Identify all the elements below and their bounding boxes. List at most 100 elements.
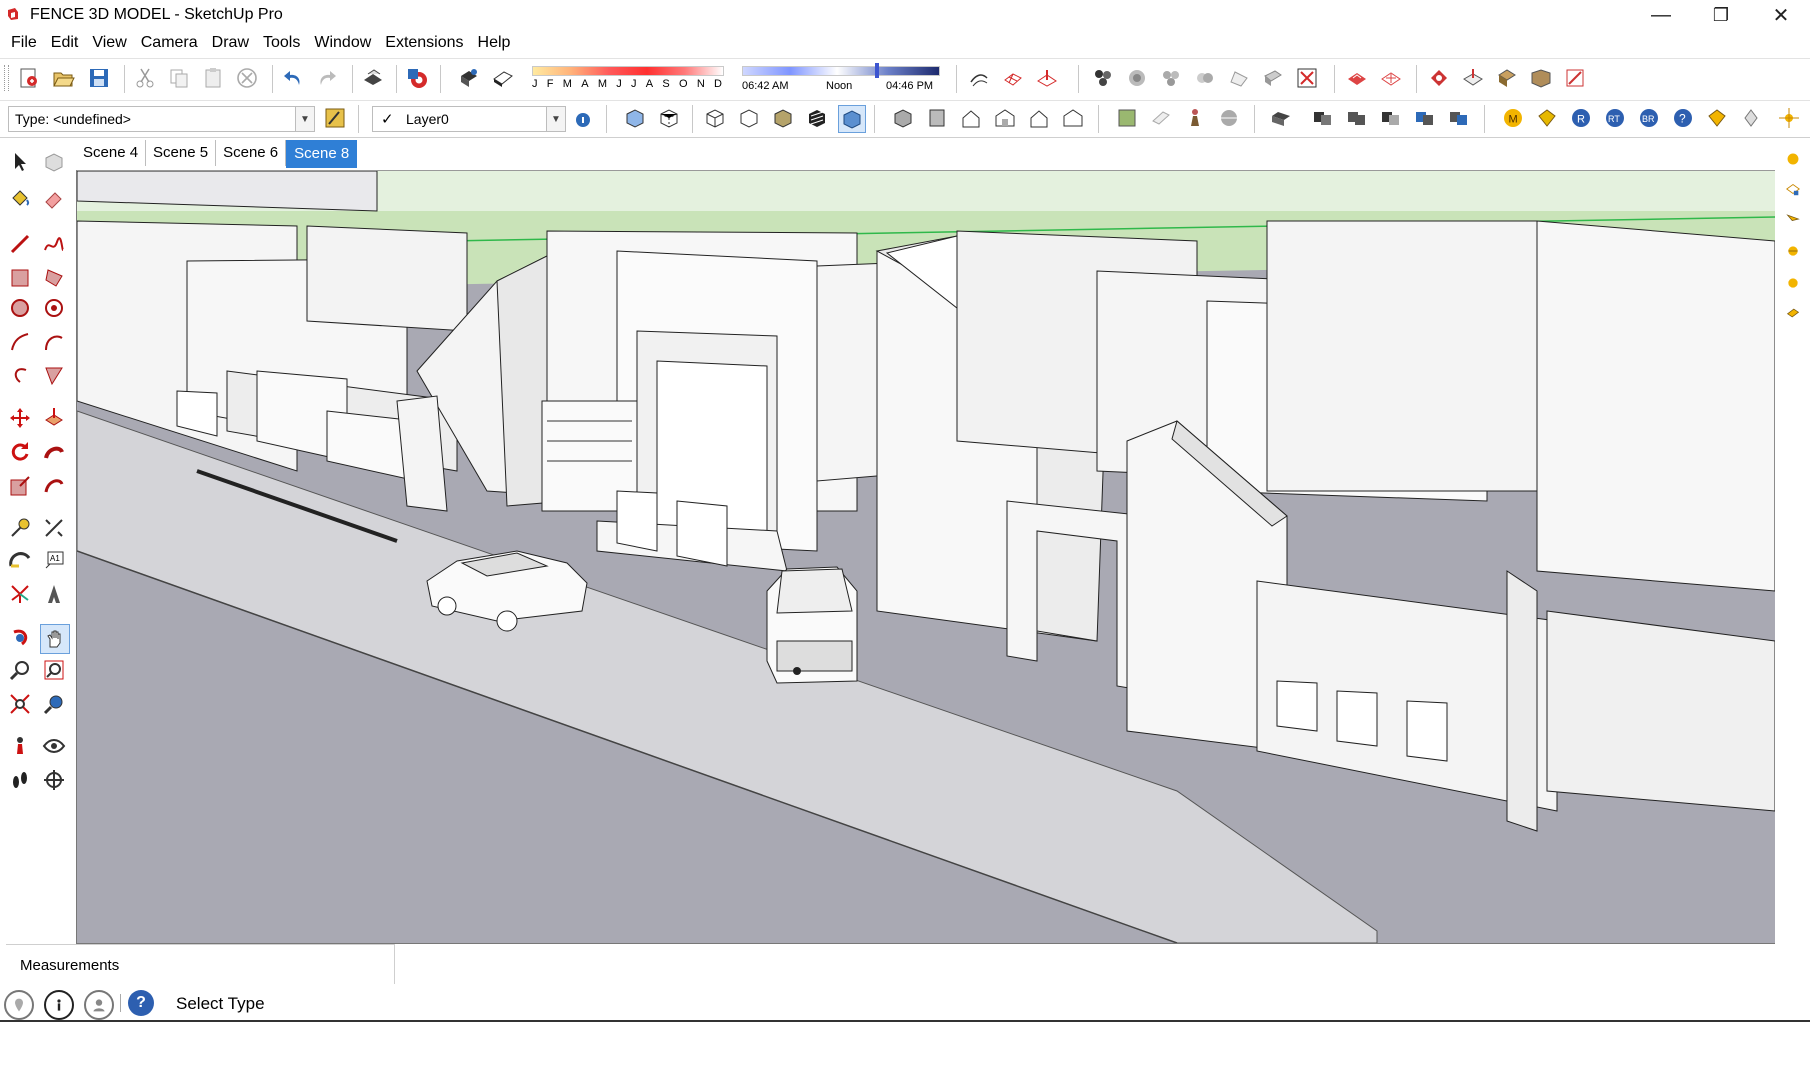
chevron-down-icon[interactable]: ▼ bbox=[546, 107, 565, 131]
layers-tray-icon[interactable] bbox=[1784, 242, 1802, 260]
menu-view[interactable]: View bbox=[89, 30, 135, 56]
copy-icon[interactable] bbox=[166, 65, 192, 91]
shadow-time-slider[interactable]: 06:42 AM Noon 04:46 PM bbox=[742, 63, 940, 97]
back-view-icon[interactable] bbox=[1026, 105, 1052, 131]
render-sun-icon[interactable] bbox=[1776, 105, 1802, 131]
sphere-icon[interactable] bbox=[1216, 105, 1242, 131]
render-r-icon[interactable]: R bbox=[1568, 105, 1594, 131]
pie-icon[interactable] bbox=[40, 362, 68, 390]
walk-icon[interactable] bbox=[6, 766, 34, 794]
arc-icon[interactable] bbox=[6, 328, 34, 356]
top-view-icon[interactable] bbox=[924, 105, 950, 131]
open-icon[interactable] bbox=[50, 65, 76, 91]
3d-warehouse-icon[interactable] bbox=[1426, 65, 1452, 91]
erase-icon[interactable] bbox=[234, 65, 260, 91]
model-info-icon[interactable] bbox=[404, 65, 430, 91]
orbit-icon[interactable] bbox=[6, 624, 34, 652]
layout-send-icon[interactable] bbox=[1562, 65, 1588, 91]
tab-scene-4[interactable]: Scene 4 bbox=[76, 140, 147, 166]
zoom-icon[interactable] bbox=[6, 656, 34, 684]
3d-text-icon[interactable] bbox=[40, 580, 68, 608]
zoom-window-icon[interactable] bbox=[40, 656, 68, 684]
instructor-help-icon[interactable]: ? bbox=[128, 990, 154, 1016]
axes-icon[interactable] bbox=[6, 580, 34, 608]
protractor-icon[interactable] bbox=[6, 546, 34, 574]
trim-icon[interactable] bbox=[1412, 105, 1438, 131]
shadows-toggle-icon[interactable] bbox=[456, 65, 482, 91]
add-location-icon[interactable] bbox=[1344, 65, 1370, 91]
section-plane-toolbar-icon[interactable] bbox=[1148, 105, 1174, 131]
zoom-extents-icon[interactable] bbox=[6, 690, 34, 718]
outer-shell-icon[interactable] bbox=[1268, 105, 1294, 131]
user-account-icon[interactable] bbox=[84, 990, 114, 1020]
components-icon[interactable] bbox=[1090, 65, 1116, 91]
styles-icon[interactable] bbox=[1124, 65, 1150, 91]
smoove-icon[interactable] bbox=[1034, 65, 1060, 91]
subtract-icon[interactable] bbox=[1378, 105, 1404, 131]
render-m-icon[interactable]: M bbox=[1500, 105, 1526, 131]
section-plane-icon[interactable] bbox=[40, 766, 68, 794]
measurements-box[interactable]: Measurements bbox=[6, 944, 395, 986]
select-icon[interactable] bbox=[6, 148, 34, 176]
save-icon[interactable] bbox=[86, 65, 112, 91]
follow-me-icon[interactable] bbox=[40, 438, 68, 466]
material-tag-icon[interactable] bbox=[1534, 105, 1560, 131]
geo-location-icon[interactable] bbox=[4, 990, 34, 1020]
circle-icon[interactable] bbox=[6, 294, 34, 322]
fog-icon[interactable] bbox=[1226, 65, 1252, 91]
union-icon[interactable] bbox=[1344, 105, 1370, 131]
render-rt-icon[interactable]: RT bbox=[1602, 105, 1628, 131]
restore-button[interactable]: ❐ bbox=[1692, 0, 1750, 30]
left-view-icon[interactable] bbox=[1060, 105, 1086, 131]
position-camera-icon[interactable] bbox=[6, 732, 34, 760]
menu-help[interactable]: Help bbox=[475, 30, 520, 56]
scenes-icon[interactable] bbox=[1192, 65, 1218, 91]
render-br-icon[interactable]: BR bbox=[1636, 105, 1662, 131]
text-icon[interactable]: A1 bbox=[40, 546, 68, 574]
push-pull-icon[interactable] bbox=[40, 404, 68, 432]
line-icon[interactable] bbox=[6, 230, 34, 258]
sandbox-grid-icon[interactable] bbox=[1000, 65, 1026, 91]
polygon-icon[interactable] bbox=[40, 294, 68, 322]
components-tray-icon[interactable] bbox=[1784, 180, 1802, 198]
look-around-icon[interactable] bbox=[40, 732, 68, 760]
undo-icon[interactable] bbox=[280, 65, 306, 91]
layer-select[interactable]: ✓ Layer0 ▼ bbox=[372, 106, 566, 132]
render-light-icon[interactable] bbox=[1738, 105, 1764, 131]
wireframe-icon[interactable] bbox=[702, 105, 728, 131]
monochrome-icon[interactable] bbox=[838, 105, 866, 133]
make-component-icon[interactable] bbox=[40, 148, 68, 176]
scale-icon[interactable] bbox=[6, 472, 34, 500]
toggle-terrain-icon[interactable] bbox=[1378, 65, 1404, 91]
layer-manager-icon[interactable] bbox=[570, 105, 596, 131]
time-slider-thumb[interactable] bbox=[875, 63, 879, 78]
cut-icon[interactable] bbox=[132, 65, 158, 91]
shaded-with-textures-icon[interactable] bbox=[804, 105, 830, 131]
menu-file[interactable]: File bbox=[8, 30, 46, 56]
shadow-date-slider[interactable]: J F M A M J J A S O N D bbox=[532, 63, 724, 97]
move-icon[interactable] bbox=[6, 404, 34, 432]
fog-toggle-icon[interactable] bbox=[490, 65, 516, 91]
credits-icon[interactable] bbox=[44, 990, 74, 1020]
minimize-button[interactable]: — bbox=[1632, 0, 1690, 30]
paint-bucket-icon[interactable] bbox=[6, 184, 34, 212]
new-file-icon[interactable] bbox=[16, 65, 42, 91]
2-point-arc-icon[interactable] bbox=[40, 328, 68, 356]
rectangle-icon[interactable] bbox=[6, 264, 34, 292]
back-edges-icon[interactable] bbox=[656, 105, 682, 131]
intersect-icon[interactable] bbox=[1310, 105, 1336, 131]
menu-extensions[interactable]: Extensions bbox=[382, 30, 472, 56]
time-slider-track[interactable] bbox=[742, 66, 940, 76]
render-tag-icon[interactable] bbox=[1704, 105, 1730, 131]
styles-tray-icon[interactable] bbox=[1784, 210, 1802, 228]
delete-guides-icon[interactable] bbox=[1294, 65, 1320, 91]
menu-camera[interactable]: Camera bbox=[138, 30, 207, 56]
shadows-tray-icon[interactable] bbox=[1784, 304, 1802, 322]
hidden-line-icon[interactable] bbox=[736, 105, 762, 131]
iso-view-icon[interactable] bbox=[890, 105, 916, 131]
right-view-icon[interactable] bbox=[992, 105, 1018, 131]
share-model-icon[interactable] bbox=[1460, 65, 1486, 91]
3d-model-viewport[interactable] bbox=[76, 170, 1775, 944]
offset-icon[interactable] bbox=[40, 472, 68, 500]
rotated-rectangle-icon[interactable] bbox=[40, 264, 68, 292]
